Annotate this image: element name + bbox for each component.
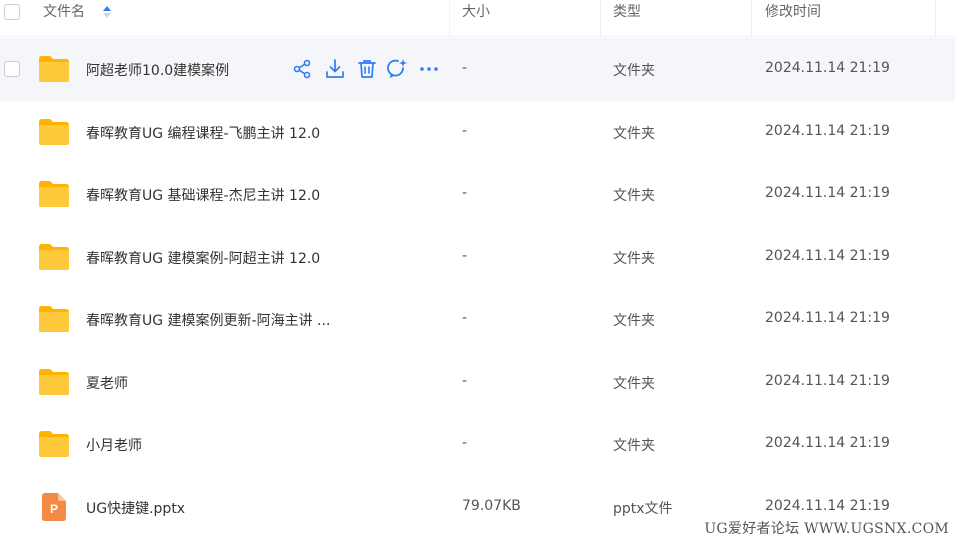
row-checkbox[interactable]	[4, 61, 20, 77]
modified-time: 2024.11.14 21:19	[765, 60, 890, 76]
file-name[interactable]: 阿超老师10.0建模案例	[86, 60, 229, 80]
column-header-modified-time[interactable]: 修改时间	[765, 0, 821, 36]
file-size: -	[462, 435, 468, 451]
modified-time: 2024.11.14 21:19	[765, 498, 890, 514]
file-size: -	[462, 373, 468, 389]
delete-icon[interactable]	[356, 58, 378, 80]
file-type: 文件夹	[613, 63, 655, 79]
folder-icon	[39, 119, 69, 145]
table-row[interactable]: 春晖教育UG 建模案例-阿超主讲 12.0 - 文件夹 2024.11.14 2…	[0, 226, 955, 289]
file-name[interactable]: 春晖教育UG 建模案例更新-阿海主讲 ...	[86, 310, 330, 330]
modified-time: 2024.11.14 21:19	[765, 123, 890, 139]
table-row[interactable]: 春晖教育UG 基础课程-杰尼主讲 12.0 - 文件夹 2024.11.14 2…	[0, 163, 955, 226]
modified-time: 2024.11.14 21:19	[765, 185, 890, 201]
table-row[interactable]: 阿超老师10.0建模案例 - 文件夹 2024.11.14 21:19	[0, 38, 955, 101]
file-type: 文件夹	[613, 251, 655, 267]
modified-time: 2024.11.14 21:19	[765, 373, 890, 389]
download-icon[interactable]	[324, 58, 346, 80]
column-divider	[449, 0, 450, 36]
file-type: 文件夹	[613, 438, 655, 454]
file-name[interactable]: 春晖教育UG 基础课程-杰尼主讲 12.0	[86, 185, 320, 205]
more-icon[interactable]	[418, 58, 440, 80]
file-name[interactable]: 春晖教育UG 编程课程-飞鹏主讲 12.0	[86, 123, 320, 143]
file-size: -	[462, 123, 468, 139]
file-name[interactable]: 夏老师	[86, 373, 128, 393]
folder-icon	[39, 181, 69, 207]
file-size: -	[462, 248, 468, 264]
file-size: 79.07KB	[462, 498, 521, 514]
column-header-type[interactable]: 类型	[613, 0, 641, 36]
folder-icon	[39, 244, 69, 270]
pptx-badge: P	[50, 502, 58, 516]
folder-icon	[39, 431, 69, 457]
column-header-name[interactable]: 文件名	[43, 0, 85, 36]
folder-icon	[39, 306, 69, 332]
column-divider	[600, 0, 601, 36]
column-divider	[751, 0, 752, 36]
file-size: -	[462, 185, 468, 201]
folder-icon	[39, 369, 69, 395]
share-icon[interactable]	[292, 58, 314, 80]
ai-chat-icon[interactable]	[386, 58, 408, 80]
file-type: 文件夹	[613, 376, 655, 392]
table-row[interactable]: 春晖教育UG 编程课程-飞鹏主讲 12.0 - 文件夹 2024.11.14 2…	[0, 101, 955, 164]
column-header-size[interactable]: 大小	[462, 0, 490, 36]
pptx-file-icon: P	[42, 493, 66, 521]
file-type: 文件夹	[613, 188, 655, 204]
file-size: -	[462, 60, 468, 76]
file-name[interactable]: UG快捷键.pptx	[86, 498, 185, 518]
modified-time: 2024.11.14 21:19	[765, 248, 890, 264]
table-row[interactable]: 春晖教育UG 建模案例更新-阿海主讲 ... - 文件夹 2024.11.14 …	[0, 288, 955, 351]
table-header: 文件名 大小 类型 修改时间	[0, 0, 955, 37]
folder-icon	[39, 56, 69, 82]
file-size: -	[462, 310, 468, 326]
file-name[interactable]: 小月老师	[86, 435, 142, 455]
watermark: UG爱好者论坛 WWW.UGSNX.COM	[704, 521, 949, 537]
file-name[interactable]: 春晖教育UG 建模案例-阿超主讲 12.0	[86, 248, 320, 268]
column-divider	[935, 0, 936, 36]
file-type: pptx文件	[613, 501, 673, 517]
file-type: 文件夹	[613, 313, 655, 329]
table-row[interactable]: 小月老师 - 文件夹 2024.11.14 21:19	[0, 413, 955, 476]
table-row[interactable]: 夏老师 - 文件夹 2024.11.14 21:19	[0, 351, 955, 414]
modified-time: 2024.11.14 21:19	[765, 435, 890, 451]
sort-icon[interactable]	[102, 4, 112, 20]
modified-time: 2024.11.14 21:19	[765, 310, 890, 326]
select-all-checkbox[interactable]	[4, 4, 20, 20]
file-type: 文件夹	[613, 126, 655, 142]
